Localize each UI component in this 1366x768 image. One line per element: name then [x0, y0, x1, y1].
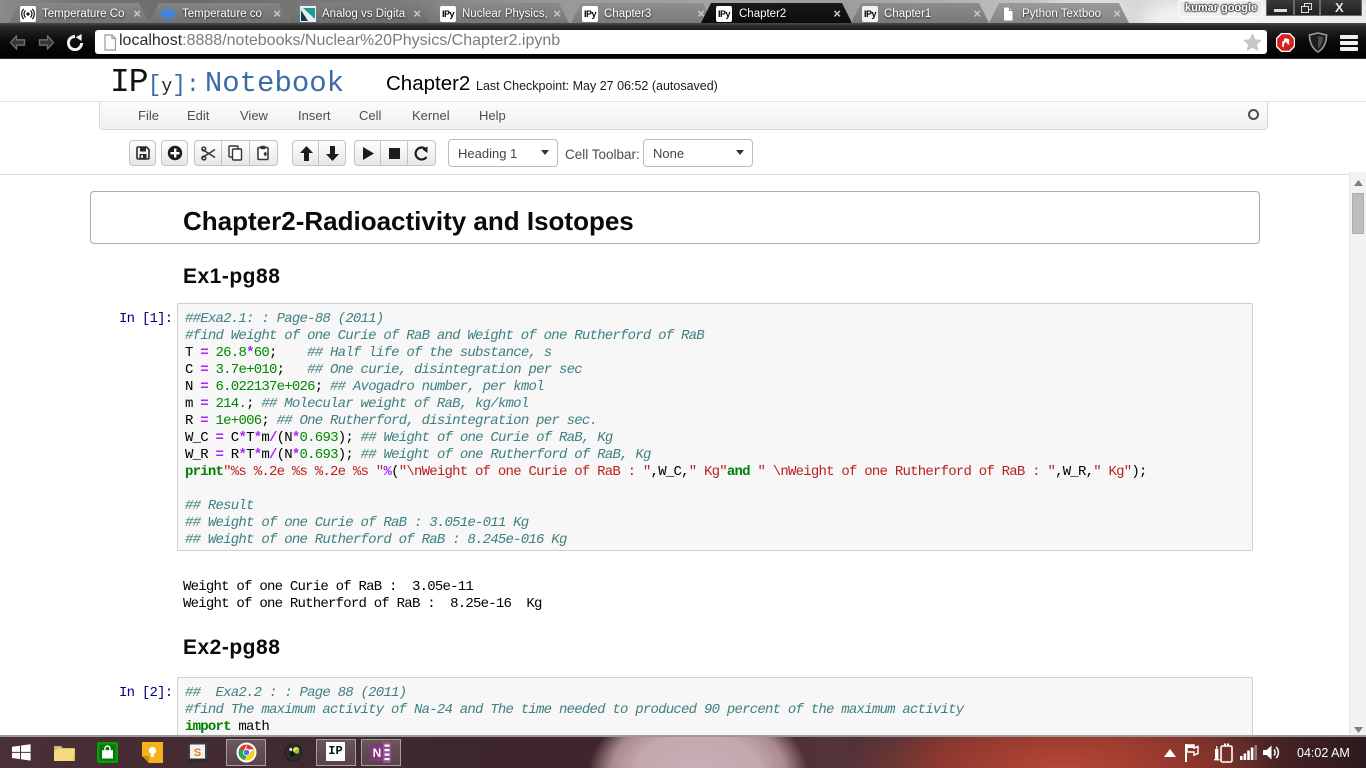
svg-text:S: S: [194, 747, 201, 759]
svg-text:N: N: [373, 746, 382, 760]
